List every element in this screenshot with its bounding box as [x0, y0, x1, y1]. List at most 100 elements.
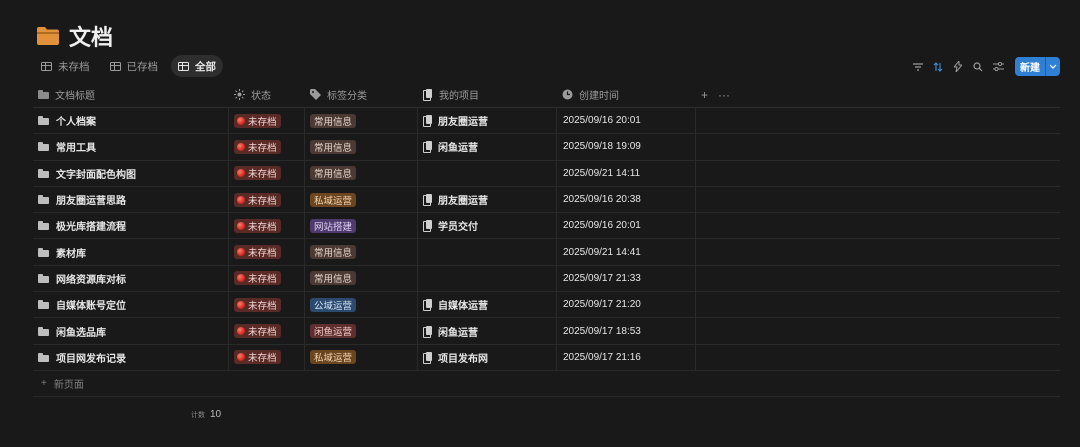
row-title[interactable]: 极光库搭建流程 — [56, 218, 126, 233]
created-cell[interactable]: 2025/09/17 21:33 — [557, 265, 696, 292]
row-title[interactable]: 朋友圈运营思路 — [56, 192, 126, 207]
chevron-down-icon[interactable] — [1045, 57, 1060, 76]
tag-badge[interactable]: 私域运营 — [310, 350, 357, 365]
created-cell[interactable]: 2025/09/17 21:20 — [557, 292, 696, 318]
title-cell[interactable]: 闲鱼选品库 — [33, 318, 229, 344]
table-row[interactable]: 网络资源库对标 未存档 常用信息 2025/09/17 21:33 — [33, 265, 1060, 293]
project-link[interactable]: 学员交付 — [438, 218, 478, 233]
row-title[interactable]: 自媒体账号定位 — [56, 297, 126, 312]
new-page-button[interactable]: + 新页面 — [33, 371, 1060, 397]
project-cell[interactable]: 闲鱼运营 — [418, 318, 557, 344]
project-cell[interactable]: 项目发布网 — [418, 344, 557, 370]
row-title[interactable]: 常用工具 — [56, 139, 96, 154]
tag-badge[interactable]: 常用信息 — [310, 139, 357, 154]
status-badge[interactable]: 未存档 — [234, 192, 281, 207]
column-header-tags[interactable]: 标签分类 — [305, 82, 418, 107]
title-cell[interactable]: 自媒体账号定位 — [33, 292, 229, 318]
project-link[interactable]: 自媒体运营 — [438, 297, 488, 312]
column-header-status[interactable]: 状态 — [229, 82, 305, 107]
project-link[interactable]: 闲鱼运营 — [438, 139, 478, 154]
tag-badge[interactable]: 常用信息 — [310, 166, 357, 181]
status-badge[interactable]: 未存档 — [234, 350, 281, 365]
project-cell[interactable]: 学员交付 — [418, 213, 557, 239]
status-badge[interactable]: 未存档 — [234, 271, 281, 286]
row-title[interactable]: 个人档案 — [56, 113, 96, 128]
status-badge[interactable]: 未存档 — [234, 166, 281, 181]
tag-badge[interactable]: 闲鱼运营 — [310, 324, 357, 339]
status-cell[interactable]: 未存档 — [229, 134, 305, 160]
tag-cell[interactable]: 闲鱼运营 — [305, 318, 418, 344]
tag-badge[interactable]: 常用信息 — [310, 245, 357, 260]
title-cell[interactable]: 素材库 — [33, 239, 229, 265]
status-cell[interactable]: 未存档 — [229, 292, 305, 318]
tag-cell[interactable]: 常用信息 — [305, 108, 418, 134]
tag-cell[interactable]: 公域运营 — [305, 292, 418, 318]
column-header-created[interactable]: 创建时间 — [557, 82, 696, 107]
project-cell[interactable]: 自媒体运营 — [418, 292, 557, 318]
created-cell[interactable]: 2025/09/17 18:53 — [557, 318, 696, 344]
table-row[interactable]: 项目网发布记录 未存档 私域运营 项目发布网 2025/09/17 21:16 — [33, 344, 1060, 371]
status-cell[interactable]: 未存档 — [229, 265, 305, 292]
tag-cell[interactable]: 常用信息 — [305, 239, 418, 265]
tag-cell[interactable]: 私域运营 — [305, 344, 418, 370]
project-link[interactable]: 项目发布网 — [438, 350, 488, 365]
new-button[interactable]: 新建 — [1015, 57, 1060, 76]
sort-icon[interactable] — [931, 58, 945, 76]
tag-cell[interactable]: 常用信息 — [305, 160, 418, 186]
created-cell[interactable]: 2025/09/16 20:38 — [557, 186, 696, 213]
project-cell[interactable] — [418, 265, 557, 292]
project-cell[interactable]: 朋友圈运营 — [418, 186, 557, 213]
title-cell[interactable]: 个人档案 — [33, 108, 229, 134]
created-cell[interactable]: 2025/09/16 20:01 — [557, 108, 696, 134]
status-cell[interactable]: 未存档 — [229, 213, 305, 239]
title-cell[interactable]: 网络资源库对标 — [33, 265, 229, 292]
status-cell[interactable]: 未存档 — [229, 318, 305, 344]
view-tab-archived[interactable]: 已存档 — [103, 55, 166, 77]
tag-badge[interactable]: 常用信息 — [310, 113, 357, 128]
status-badge[interactable]: 未存档 — [234, 218, 281, 233]
tag-badge[interactable]: 网站搭建 — [310, 218, 357, 233]
project-link[interactable]: 朋友圈运营 — [438, 113, 488, 128]
status-badge[interactable]: 未存档 — [234, 297, 281, 312]
title-cell[interactable]: 文字封面配色构图 — [33, 160, 229, 186]
table-row[interactable]: 文字封面配色构图 未存档 常用信息 2025/09/21 14:11 — [33, 160, 1060, 187]
tag-badge[interactable]: 常用信息 — [310, 271, 357, 286]
row-title[interactable]: 网络资源库对标 — [56, 271, 126, 286]
status-badge[interactable]: 未存档 — [234, 113, 281, 128]
status-badge[interactable]: 未存档 — [234, 139, 281, 154]
project-link[interactable]: 闲鱼运营 — [438, 324, 478, 339]
created-cell[interactable]: 2025/09/21 14:11 — [557, 160, 696, 186]
status-cell[interactable]: 未存档 — [229, 160, 305, 186]
tag-cell[interactable]: 常用信息 — [305, 134, 418, 160]
title-cell[interactable]: 项目网发布记录 — [33, 344, 229, 370]
row-title[interactable]: 项目网发布记录 — [56, 350, 126, 365]
tag-badge[interactable]: 私域运营 — [310, 192, 357, 207]
row-title[interactable]: 素材库 — [56, 245, 86, 260]
add-column-icon[interactable]: + — [701, 88, 708, 102]
row-title[interactable]: 闲鱼选品库 — [56, 324, 106, 339]
tag-badge[interactable]: 公域运营 — [310, 297, 357, 312]
project-cell[interactable]: 朋友圈运营 — [418, 108, 557, 134]
status-cell[interactable]: 未存档 — [229, 239, 305, 265]
title-cell[interactable]: 常用工具 — [33, 134, 229, 160]
status-cell[interactable]: 未存档 — [229, 108, 305, 134]
column-header-project[interactable]: 我的项目 — [418, 82, 557, 107]
tag-cell[interactable]: 私域运营 — [305, 186, 418, 213]
status-cell[interactable]: 未存档 — [229, 186, 305, 213]
row-title[interactable]: 文字封面配色构图 — [56, 166, 136, 181]
table-row[interactable]: 朋友圈运营思路 未存档 私域运营 朋友圈运营 2025/09/16 20:38 — [33, 186, 1060, 214]
title-cell[interactable]: 极光库搭建流程 — [33, 213, 229, 239]
tag-cell[interactable]: 常用信息 — [305, 265, 418, 292]
project-cell[interactable]: 闲鱼运营 — [418, 134, 557, 160]
status-badge[interactable]: 未存档 — [234, 245, 281, 260]
created-cell[interactable]: 2025/09/21 14:41 — [557, 239, 696, 265]
view-tab-all[interactable]: 全部 — [171, 55, 223, 77]
table-row[interactable]: 个人档案 未存档 常用信息 朋友圈运营 2025/09/16 20:01 — [33, 108, 1060, 135]
column-header-title[interactable]: 文档标题 — [33, 82, 229, 107]
automation-bolt-icon[interactable] — [951, 58, 965, 76]
project-cell[interactable] — [418, 239, 557, 265]
search-icon[interactable] — [971, 58, 985, 76]
created-cell[interactable]: 2025/09/17 21:16 — [557, 344, 696, 370]
settings-sliders-icon[interactable] — [991, 58, 1005, 76]
status-badge[interactable]: 未存档 — [234, 324, 281, 339]
